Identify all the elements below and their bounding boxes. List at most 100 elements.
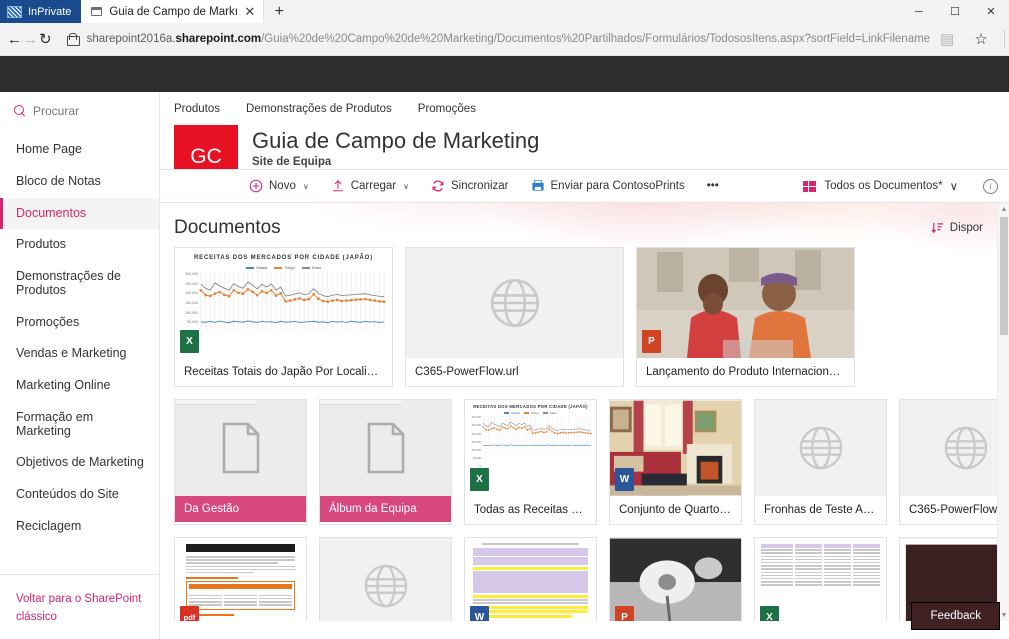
printer-icon — [531, 179, 545, 193]
chart-lines — [199, 272, 386, 330]
sidebar-items: Home Page Bloco de Notas Documentos Prod… — [0, 134, 159, 543]
sidebar-item-home-page[interactable]: Home Page — [0, 134, 159, 166]
sidebar-footer: Voltar para o SharePoint clássico — [0, 574, 159, 639]
document-tile[interactable]: Contoso Purchasing Pro... — [319, 537, 452, 621]
folder-tile[interactable]: 7 Da Gestão — [174, 399, 307, 525]
tab-favicon-icon — [91, 7, 102, 16]
document-tile-grid: RECEITAS DOS MERCADOS POR CIDADE (JAPÃO)… — [160, 247, 1009, 621]
info-button[interactable]: i — [972, 169, 1009, 203]
sidebar-item-marketing-online[interactable]: Marketing Online — [0, 370, 159, 402]
refresh-icon[interactable]: ↻ — [39, 25, 52, 53]
tile-row: pdf Contoso Product Innov... — [174, 537, 1009, 621]
new-tab-button[interactable]: + — [264, 0, 294, 23]
legend-entry: Osaka — [504, 411, 520, 415]
site-top-navigation: Produtos Demonstrações de Produtos Promo… — [160, 92, 1009, 125]
document-tile[interactable]: pdf Contoso Product Innov... — [174, 537, 307, 621]
folder-tile[interactable]: 14 Álbum da Equipa — [319, 399, 452, 525]
sort-icon — [931, 222, 944, 234]
documents-content-area: ▲ ▼ Documentos Dispor — [160, 203, 1009, 621]
feedback-button[interactable]: Feedback — [911, 602, 1000, 630]
site-title-block: Guia de Campo de Marketing Site de Equip… — [252, 125, 539, 168]
sync-button[interactable]: Sincronizar — [420, 169, 520, 203]
browser-tab[interactable]: Guia de Campo de Markı ✕ — [81, 0, 264, 23]
tile-thumbnail: W — [610, 400, 741, 496]
search-input[interactable]: Procurar — [0, 92, 159, 130]
chart-plot-area: 300,000 250,000 200,000 150,000 100,000 … — [181, 272, 386, 334]
upload-button[interactable]: Carregar ∨ — [320, 169, 420, 203]
classic-sharepoint-link[interactable]: Voltar para o SharePoint clássico — [16, 593, 141, 623]
document-page-icon — [365, 422, 407, 474]
content-scrollbar[interactable]: ▲ ▼ — [997, 203, 1009, 621]
topnav-item-demonstracoes[interactable]: Demonstrações de Produtos — [246, 103, 392, 115]
more-commands-button[interactable]: ••• — [696, 169, 730, 203]
legend-entry: Osaka — [246, 265, 268, 270]
topnav-item-promocoes[interactable]: Promoções — [418, 103, 476, 115]
send-to-contosoprints-button[interactable]: Enviar para ContosoPrints — [520, 169, 696, 203]
scroll-up-arrow-icon[interactable]: ▲ — [998, 203, 1009, 215]
sidebar-item-reciclagem[interactable]: Reciclagem — [0, 511, 159, 543]
document-tile[interactable]: P CR-227 Product Overvie... — [609, 537, 742, 621]
topnav-item-produtos[interactable]: Produtos — [174, 103, 220, 115]
minimize-button[interactable]: ─ — [901, 0, 937, 23]
url-text: sharepoint2016a.sharepoint.com/Guia%20de… — [87, 33, 931, 45]
send-button-label: Enviar para ContosoPrints — [551, 180, 685, 192]
maximize-button[interactable]: ☐ — [937, 0, 973, 23]
file-type-badge: W — [615, 468, 634, 491]
document-tile[interactable]: W Conjunto de Quarto Ap... — [609, 399, 742, 525]
chart-y-axis: 300,000 250,000 200,000 150,000 100,000 … — [181, 272, 199, 334]
scrollbar-thumb[interactable] — [1000, 217, 1008, 335]
search-icon — [14, 105, 26, 117]
favorites-star-icon[interactable]: ☆ — [965, 25, 997, 53]
address-bar[interactable]: sharepoint2016a.sharepoint.com/Guia%20de… — [64, 25, 931, 53]
file-type-badge: X — [180, 330, 199, 353]
sidebar-item-vendas-e-marketing[interactable]: Vendas e Marketing — [0, 338, 159, 370]
excel-chart-thumbnail: RECEITAS DOS MERCADOS POR CIDADE (JAPÃO)… — [175, 248, 392, 358]
tile-filename: Conjunto de Quarto Ap... — [610, 496, 741, 524]
left-navigation: Procurar Home Page Bloco de Notas Docume… — [0, 92, 160, 639]
document-tile[interactable]: P Lançamento do Produto Internacional.pp… — [636, 247, 855, 387]
legend-entry: Kano — [302, 265, 321, 270]
sidebar-item-documentos[interactable]: Documentos — [0, 198, 159, 230]
document-page-icon — [220, 422, 262, 474]
document-tile[interactable]: Fronhas de Teste Apoll... — [754, 399, 887, 525]
new-button[interactable]: Novo ∨ — [238, 169, 320, 203]
document-tile[interactable]: X Employee Health Asses... — [754, 537, 887, 621]
arrange-label: Dispor — [950, 222, 983, 234]
legend-entry: Tokyo — [274, 265, 294, 270]
reading-view-icon[interactable]: ▤ — [931, 25, 963, 53]
tile-filename: Lançamento do Produto Internacional.pptx — [637, 358, 854, 386]
sidebar-item-objetivos-de-marketing[interactable]: Objetivos de Marketing — [0, 447, 159, 479]
window-controls: ─ ☐ ✕ — [901, 0, 1009, 23]
file-type-badge: X — [760, 606, 779, 621]
document-tile[interactable]: C365-PowerFlow.url — [899, 399, 1009, 525]
chevron-down-icon: ∨ — [950, 179, 958, 193]
tab-close-icon[interactable]: ✕ — [244, 5, 255, 18]
arrange-button[interactable]: Dispor — [931, 222, 983, 234]
sidebar-item-bloco-de-notas[interactable]: Bloco de Notas — [0, 166, 159, 198]
chart-title: RECEITAS DOS MERCADOS POR CIDADE (JAPÃO) — [179, 254, 388, 263]
file-type-badge: P — [615, 606, 634, 621]
sidebar-item-demonstracoes-de-produtos[interactable]: Demonstrações de Produtos — [0, 261, 159, 307]
spreadsheet-grid — [761, 542, 880, 587]
tile-thumbnail — [406, 248, 623, 358]
tile-filename: Receitas Totais do Japão Por Localidade.… — [175, 358, 392, 386]
page-body: Procurar Home Page Bloco de Notas Docume… — [0, 92, 1009, 639]
forward-icon[interactable]: → — [23, 25, 38, 53]
sidebar-item-conteudos-do-site[interactable]: Conteúdos do Site — [0, 479, 159, 511]
document-tile[interactable]: RECEITAS DOS MERCADOS POR CIDADE (JAPÃO)… — [174, 247, 393, 387]
sidebar-item-promocoes[interactable]: Promoções — [0, 307, 159, 339]
document-tile[interactable]: W Contract Proposals.docx — [464, 537, 597, 621]
sidebar-item-formacao-em-marketing[interactable]: Formação em Marketing — [0, 402, 159, 448]
sync-icon — [431, 179, 445, 193]
view-selector[interactable]: Todos os Documentos* ∨ — [792, 179, 972, 193]
info-icon: i — [983, 179, 998, 194]
close-window-button[interactable]: ✕ — [973, 0, 1009, 23]
tile-thumbnail: RECEITAS DOS MERCADOS POR CIDADE (JAPÃO)… — [175, 248, 392, 358]
globe-icon — [943, 425, 989, 471]
file-type-badge: P — [642, 330, 661, 353]
document-tile[interactable]: RECEITAS DOS MERCADOS POR CIDADE (JAPÃO)… — [464, 399, 597, 525]
search-placeholder: Procurar — [33, 104, 79, 118]
sidebar-item-produtos[interactable]: Produtos — [0, 229, 159, 261]
back-icon[interactable]: ← — [7, 25, 22, 53]
document-tile[interactable]: C365-PowerFlow.url — [405, 247, 624, 387]
